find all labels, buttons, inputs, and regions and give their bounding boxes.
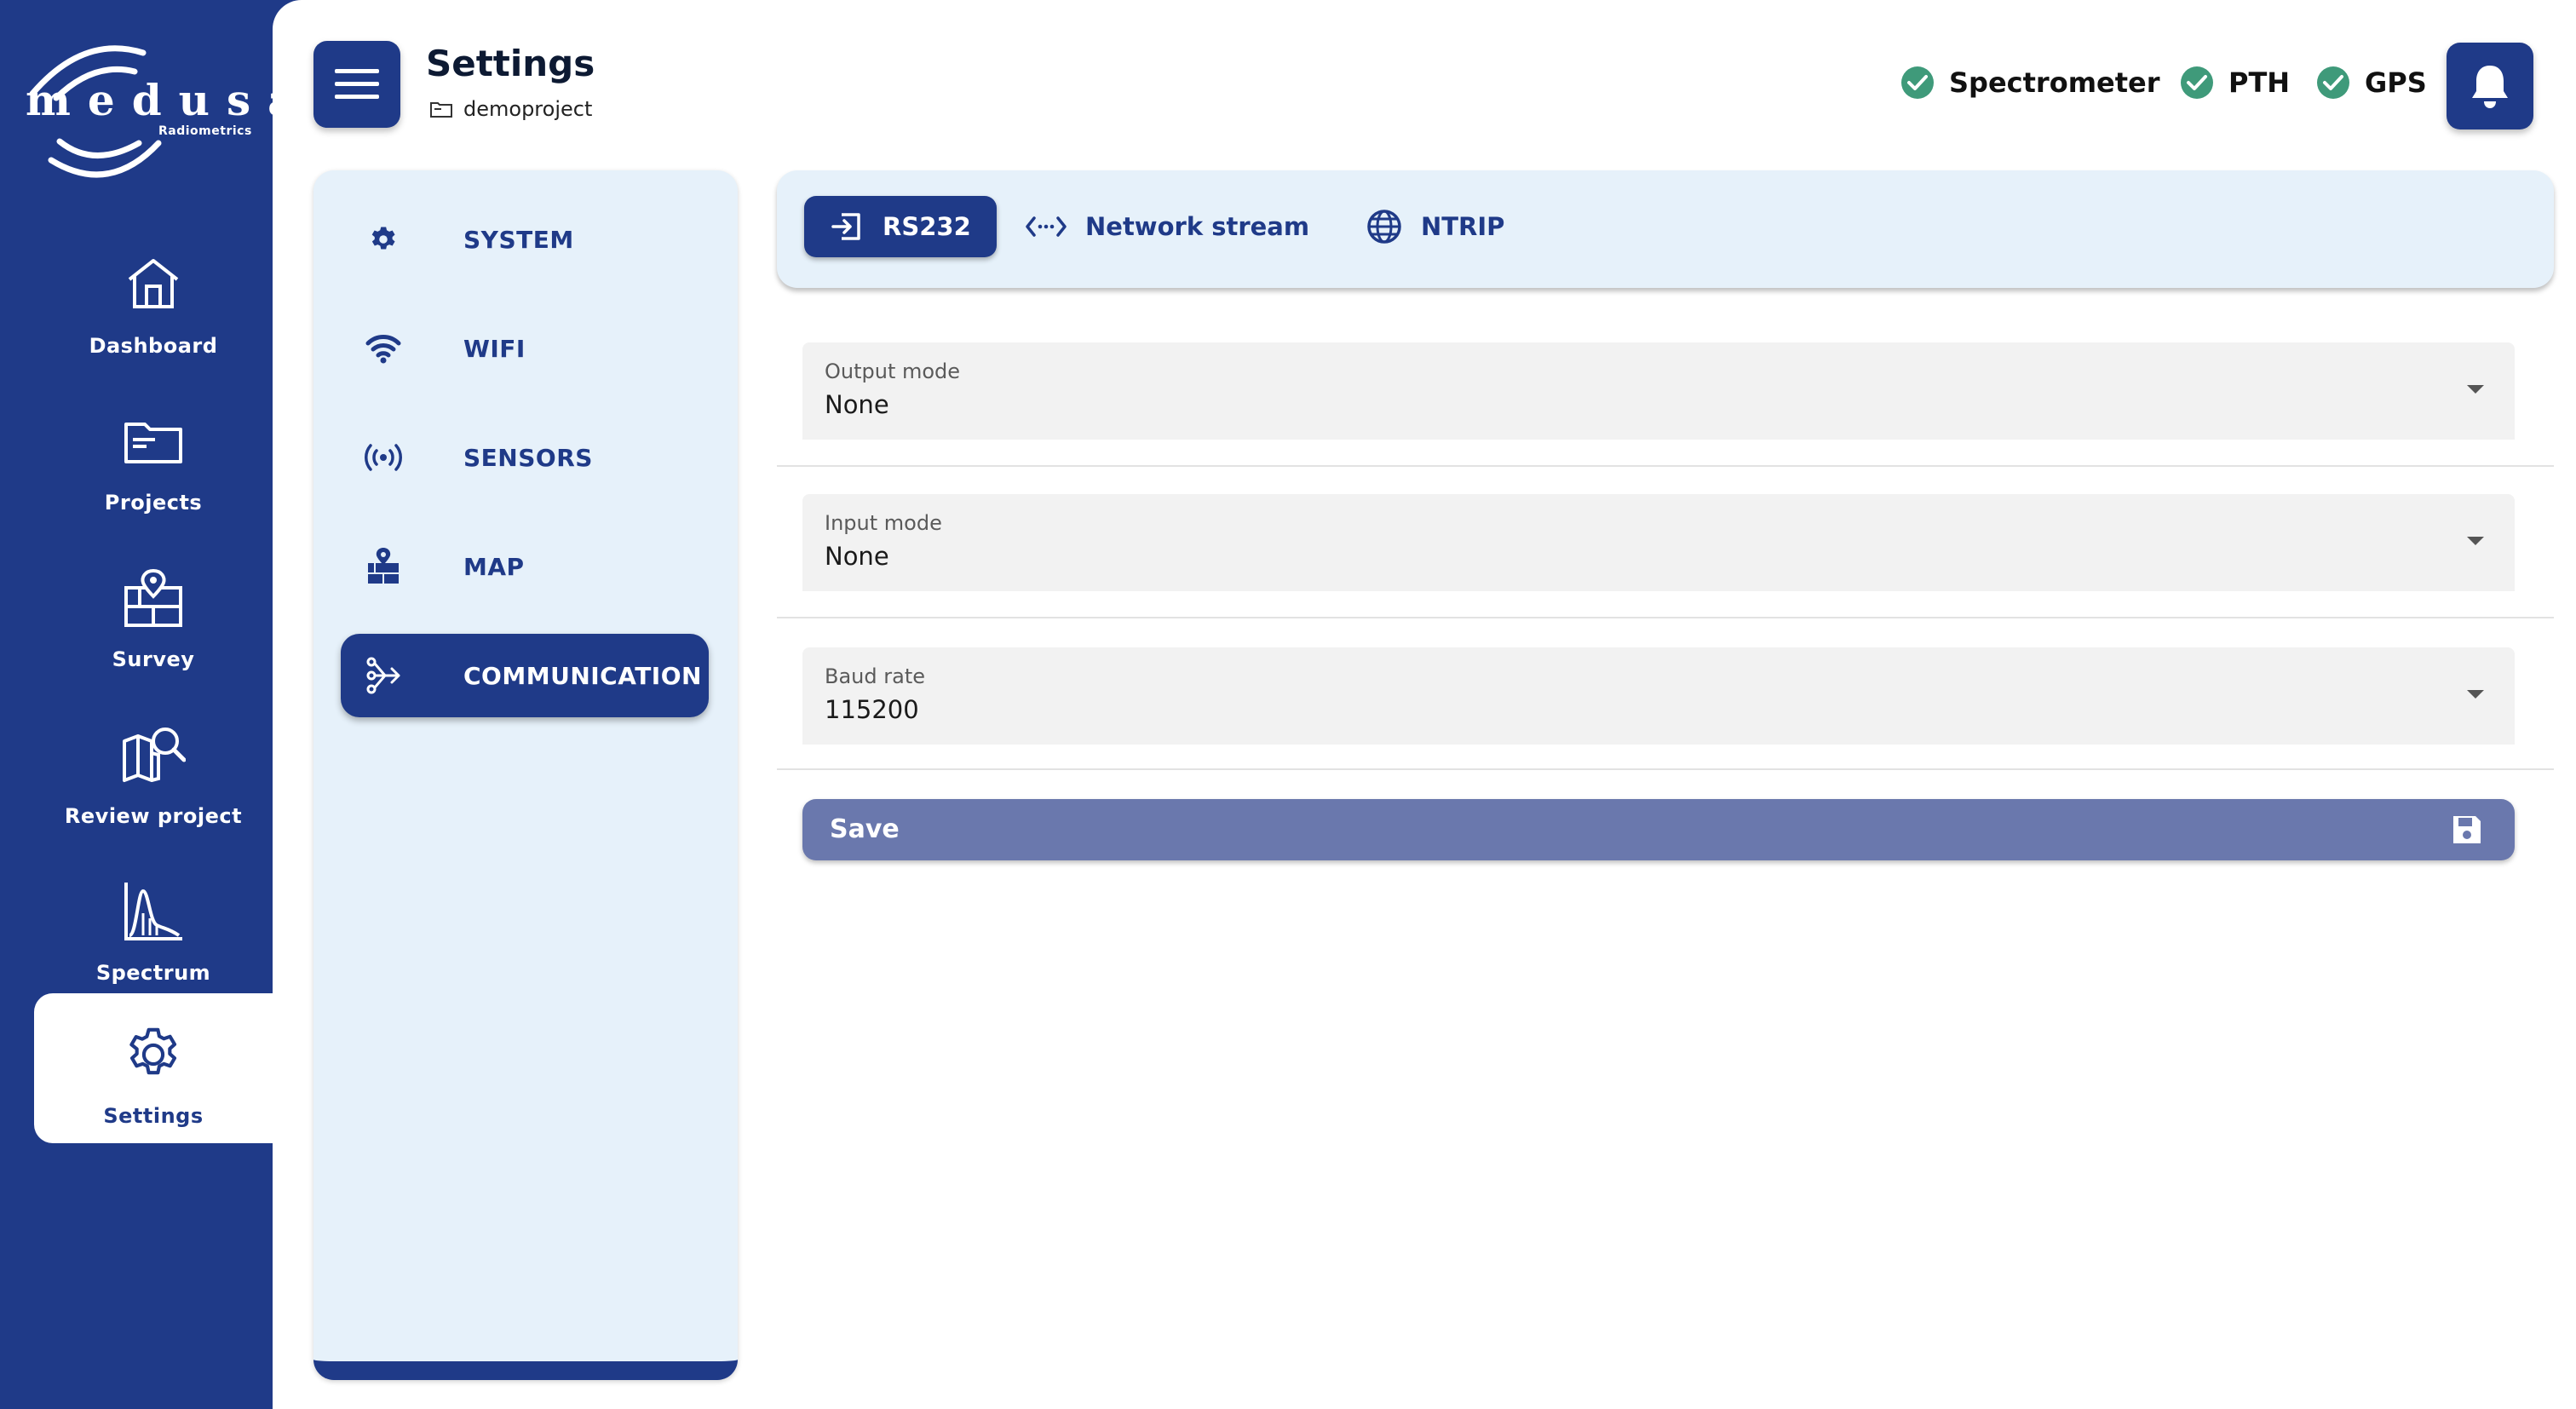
caret-down-icon (2467, 537, 2484, 545)
main-content: Settings demoproject Spectrometer PTH GP… (273, 0, 2576, 1409)
tab-rs232[interactable]: RS232 (804, 196, 997, 257)
caret-down-icon (2467, 385, 2484, 394)
settings-menu-panel: SYSTEM WIFI SENSORS MAP COMMUNICATION (313, 170, 738, 1380)
globe-icon (1367, 210, 1401, 244)
gear-icon (129, 1027, 177, 1075)
menu-toggle-button[interactable] (313, 41, 400, 128)
field-value: None (825, 542, 889, 571)
check-circle-icon (1901, 66, 1934, 99)
spectrum-chart-icon (124, 883, 182, 940)
nav-item-review-project[interactable]: Review project (34, 693, 273, 843)
divider (777, 617, 2554, 618)
nav-item-label: Survey (112, 647, 195, 671)
check-circle-icon (2181, 66, 2213, 99)
baud-rate-select[interactable]: Baud rate 115200 (802, 647, 2515, 745)
nav-item-label: Dashboard (89, 334, 218, 358)
main-sidebar: medusa Radiometrics Dashboard Projects S… (0, 0, 296, 1409)
brand-subtitle: Radiometrics (158, 124, 252, 138)
communication-icon (366, 657, 400, 694)
project-name: demoproject (463, 97, 593, 121)
status-label: GPS (2365, 66, 2427, 99)
field-value: None (825, 390, 889, 419)
save-button[interactable]: Save (802, 799, 2515, 860)
settings-menu-communication[interactable]: COMMUNICATION (341, 634, 709, 717)
settings-menu-sensors[interactable]: SENSORS (341, 416, 709, 499)
settings-menu-label: SENSORS (463, 443, 593, 472)
caret-down-icon (2467, 690, 2484, 699)
tab-label: NTRIP (1421, 212, 1505, 241)
tab-ntrip[interactable]: NTRIP (1341, 196, 1530, 257)
current-project: demoproject (429, 97, 592, 121)
settings-menu-label: COMMUNICATION (463, 661, 702, 690)
field-label: Baud rate (825, 664, 925, 688)
tab-network-stream[interactable]: Network stream (1000, 196, 1335, 257)
settings-menu-label: WIFI (463, 334, 526, 363)
input-mode-select[interactable]: Input mode None (802, 494, 2515, 591)
status-gps: GPS (2315, 65, 2427, 101)
settings-menu-system[interactable]: SYSTEM (341, 198, 709, 281)
survey-map-icon (124, 568, 182, 627)
notifications-button[interactable] (2447, 43, 2533, 129)
code-arrows-icon (1026, 216, 1067, 237)
check-circle-icon (2317, 66, 2349, 99)
nav-item-dashboard[interactable]: Dashboard (34, 223, 273, 373)
status-pth: PTH (2179, 65, 2290, 101)
brand-name: medusa (26, 75, 313, 125)
nav-item-label: Spectrum (95, 961, 211, 985)
settings-menu-label: MAP (463, 552, 525, 581)
field-label: Input mode (825, 511, 942, 535)
status-spectrometer: Spectrometer (1900, 65, 2160, 101)
folder-icon (430, 102, 452, 118)
field-label: Output mode (825, 359, 961, 383)
hamburger-icon (335, 69, 379, 99)
save-button-label: Save (830, 814, 900, 844)
settings-menu-label: SYSTEM (463, 225, 574, 254)
divider (777, 768, 2554, 770)
map-icon (368, 548, 399, 584)
bell-icon (2472, 66, 2508, 108)
folder-icon (124, 423, 182, 463)
tab-label: Network stream (1085, 212, 1310, 241)
settings-menu-map[interactable]: MAP (341, 525, 709, 608)
map-search-icon (123, 728, 186, 782)
divider (777, 465, 2554, 467)
nav-item-spectrum[interactable]: Spectrum (34, 850, 273, 1000)
gear-icon (371, 227, 395, 250)
sensor-signal-icon (365, 444, 402, 471)
home-icon (128, 259, 179, 308)
nav-item-projects[interactable]: Projects (34, 380, 273, 530)
input-icon (831, 213, 860, 240)
page-title: Settings (426, 43, 595, 84)
medusa-logo[interactable]: medusa Radiometrics (15, 34, 296, 187)
nav-item-label: Review project (64, 804, 243, 828)
nav-item-label: Projects (104, 491, 203, 515)
nav-item-settings[interactable]: Settings (34, 993, 273, 1143)
floppy-disk-icon (2453, 816, 2481, 843)
wifi-icon (365, 335, 401, 364)
nav-item-survey[interactable]: Survey (34, 537, 273, 687)
nav-item-label: Settings (103, 1104, 204, 1128)
output-mode-select[interactable]: Output mode None (802, 342, 2515, 440)
status-label: PTH (2228, 66, 2291, 99)
status-label: Spectrometer (1949, 66, 2160, 99)
settings-menu-wifi[interactable]: WIFI (341, 307, 709, 390)
field-value: 115200 (825, 695, 919, 724)
communication-tabs: RS232 Network stream NTRIP (777, 170, 2554, 288)
tab-label: RS232 (883, 212, 971, 241)
